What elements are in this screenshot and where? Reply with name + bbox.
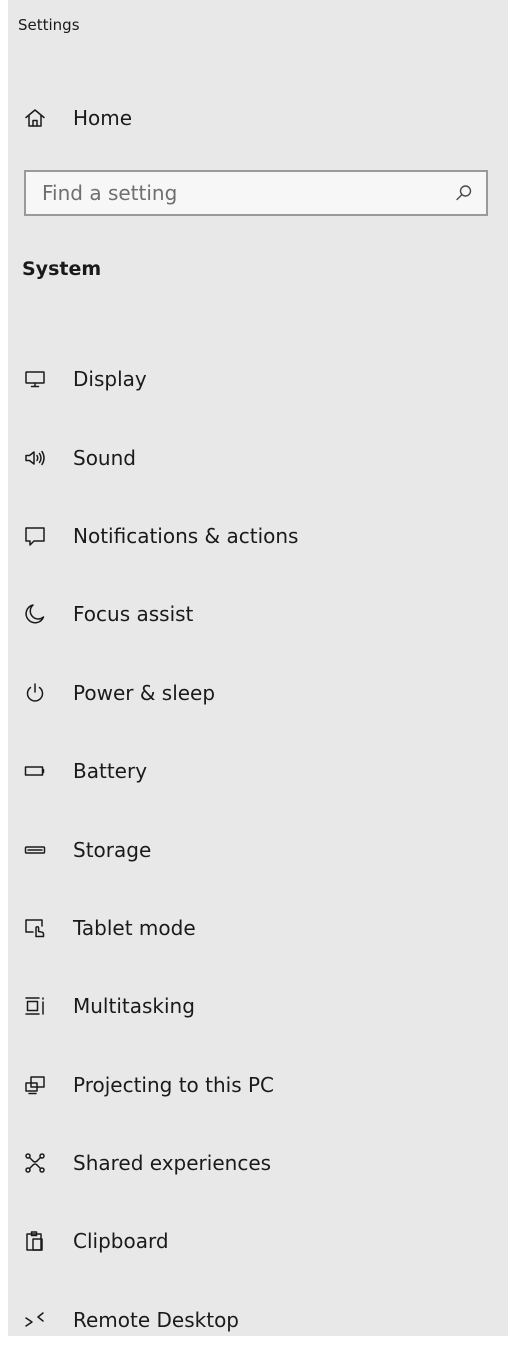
nav-item-label: Sound <box>73 445 136 470</box>
nav-item-label: Multitasking <box>73 994 195 1019</box>
nav-item-shared-experiences[interactable]: Shared experiences <box>8 1124 508 1202</box>
search-icon[interactable] <box>454 183 474 203</box>
nav-item-label: Power & sleep <box>73 680 216 705</box>
storage-icon <box>22 837 48 863</box>
nav-item-notifications[interactable]: Notifications & actions <box>8 497 508 575</box>
home-label: Home <box>73 106 133 130</box>
sound-icon <box>22 445 48 471</box>
nav-item-label: Display <box>73 367 147 392</box>
nav-item-label: Battery <box>73 759 148 784</box>
search-box[interactable] <box>24 170 488 216</box>
battery-icon <box>22 758 48 784</box>
power-icon <box>22 680 48 706</box>
nav-item-label: Tablet mode <box>73 915 196 940</box>
settings-nav-pane: Settings Home System Display Sound <box>8 0 508 1336</box>
nav-item-storage[interactable]: Storage <box>8 810 508 888</box>
app-title: Settings <box>18 16 80 34</box>
notifications-icon <box>22 523 48 549</box>
remote-desktop-icon <box>22 1307 48 1333</box>
nav-item-remote-desktop[interactable]: Remote Desktop <box>8 1281 508 1359</box>
nav-item-projecting[interactable]: Projecting to this PC <box>8 1046 508 1124</box>
shared-experiences-icon <box>22 1150 48 1176</box>
system-nav-list: Display Sound Notifications & actions Fo… <box>8 340 508 1359</box>
clipboard-icon <box>22 1228 48 1254</box>
home-icon <box>22 105 48 131</box>
nav-item-label: Focus assist <box>73 602 194 627</box>
nav-item-label: Notifications & actions <box>73 523 299 548</box>
nav-item-tablet-mode[interactable]: Tablet mode <box>8 889 508 967</box>
nav-item-label: Remote Desktop <box>73 1307 240 1332</box>
nav-item-sound[interactable]: Sound <box>8 418 508 496</box>
projecting-icon <box>22 1072 48 1098</box>
nav-item-clipboard[interactable]: Clipboard <box>8 1202 508 1280</box>
nav-item-label: Projecting to this PC <box>73 1072 275 1097</box>
nav-item-power-sleep[interactable]: Power & sleep <box>8 654 508 732</box>
display-icon <box>22 366 48 392</box>
search-input[interactable] <box>26 172 446 214</box>
nav-item-label: Clipboard <box>73 1229 169 1254</box>
multitasking-icon <box>22 993 48 1019</box>
nav-item-multitasking[interactable]: Multitasking <box>8 967 508 1045</box>
home-link[interactable]: Home <box>8 92 508 144</box>
nav-item-label: Storage <box>73 837 152 862</box>
nav-item-label: Shared experiences <box>73 1151 272 1176</box>
nav-item-battery[interactable]: Battery <box>8 732 508 810</box>
nav-item-display[interactable]: Display <box>8 340 508 418</box>
tablet-mode-icon <box>22 915 48 941</box>
nav-item-focus-assist[interactable]: Focus assist <box>8 575 508 653</box>
section-title: System <box>22 258 102 280</box>
moon-icon <box>22 601 48 627</box>
